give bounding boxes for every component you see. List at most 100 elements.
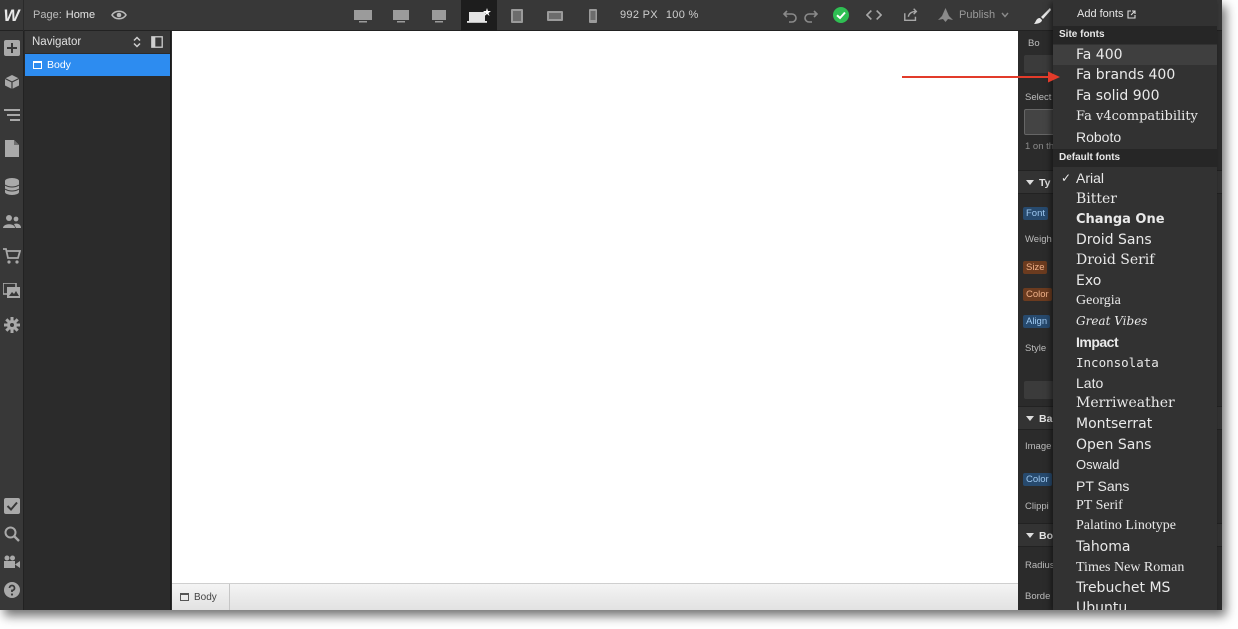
external-link-icon	[1127, 9, 1137, 19]
webflow-designer-window: W Page: Home 992 PX 100 % Publish Naviga…	[0, 0, 1222, 610]
size-label: Size	[1023, 261, 1048, 274]
add-fonts-label: Add fonts	[1077, 8, 1124, 20]
font-option-exo[interactable]: Exo	[1053, 271, 1217, 291]
font-option-open-sans[interactable]: Open Sans	[1053, 435, 1217, 455]
border-label: Borde	[1025, 591, 1051, 602]
rocket-icon	[938, 8, 953, 22]
preview-eye-icon[interactable]	[111, 8, 127, 22]
font-option-changa-one[interactable]: Changa One	[1053, 210, 1217, 230]
publish-label: Publish	[959, 9, 996, 21]
font-option-inconsolata[interactable]: Inconsolata	[1053, 353, 1217, 373]
breakpoint-desktop-1440-icon[interactable]	[386, 0, 416, 31]
navigator-item-body[interactable]: Body	[25, 54, 170, 76]
font-option-palatino-linotype[interactable]: Palatino Linotype	[1053, 516, 1217, 536]
assets-images-icon[interactable]	[2, 281, 22, 301]
font-option-roboto[interactable]: Roboto	[1053, 127, 1217, 147]
undo-icon[interactable]	[782, 7, 798, 23]
font-label: Font	[1023, 207, 1049, 220]
share-icon[interactable]	[903, 7, 919, 23]
selected-check-icon: ✓	[1061, 171, 1072, 185]
font-option-pt-serif[interactable]: PT Serif	[1053, 496, 1217, 516]
weight-label: Weigh	[1025, 234, 1052, 245]
font-option-georgia[interactable]: Georgia	[1053, 291, 1217, 311]
selected-element-label: Bo	[1028, 38, 1040, 49]
navigator-item-label: Body	[47, 59, 71, 71]
breakpoint-mobile-portrait-icon[interactable]	[581, 0, 605, 31]
add-element-icon[interactable]	[2, 38, 22, 58]
site-fonts-heading: Site fonts	[1053, 26, 1217, 44]
font-option-merriweather[interactable]: Merriweather	[1053, 393, 1217, 413]
typography-more-button[interactable]	[1024, 381, 1054, 399]
navigator-title: Navigator	[32, 36, 82, 48]
font-option-times-new-roman[interactable]: Times New Roman	[1053, 558, 1217, 578]
background-color-label: Color	[1023, 473, 1052, 486]
color-label: Color	[1023, 288, 1052, 301]
align-label: Align	[1023, 315, 1051, 328]
symbols-cube-icon[interactable]	[2, 72, 22, 92]
on-this-page-label: 1 on th	[1025, 141, 1055, 152]
canvas-zoom: 100 %	[665, 9, 699, 21]
font-option-pt-sans[interactable]: PT Sans	[1053, 476, 1217, 496]
code-export-icon[interactable]	[866, 7, 882, 23]
breadcrumb-item-body[interactable]: Body	[172, 584, 230, 610]
expand-collapse-icon[interactable]	[131, 36, 143, 48]
canvas-width: 992 PX	[620, 9, 658, 21]
font-option-arial[interactable]: ✓ Arial	[1053, 168, 1217, 188]
publish-button[interactable]: Publish	[938, 8, 1009, 22]
settings-gear-icon[interactable]	[2, 315, 22, 335]
font-option-fa-solid-900[interactable]: Fa solid 900	[1053, 86, 1217, 106]
cms-database-icon[interactable]	[2, 176, 22, 196]
dock-panel-icon[interactable]	[151, 36, 163, 48]
navigator-icon[interactable]	[2, 105, 22, 125]
pages-icon[interactable]	[2, 138, 22, 158]
webflow-logo-icon[interactable]: W	[0, 0, 24, 31]
top-toolbar: W Page: Home 992 PX 100 % Publish	[0, 0, 1222, 31]
font-option-droid-sans[interactable]: Droid Sans	[1053, 230, 1217, 250]
font-option-fa-400[interactable]: Fa 400	[1053, 45, 1217, 65]
saved-status-check-icon	[833, 7, 849, 23]
font-option-oswald[interactable]: Oswald	[1053, 455, 1217, 475]
redo-icon[interactable]	[803, 7, 819, 23]
breakpoint-base-desktop-icon[interactable]	[461, 0, 497, 31]
font-option-lato[interactable]: Lato	[1053, 373, 1217, 393]
breakpoint-large-desktop-icon[interactable]	[348, 0, 378, 31]
page-selector[interactable]: Page: Home	[33, 9, 95, 21]
breakpoint-desktop-1280-icon[interactable]	[424, 0, 454, 31]
search-icon[interactable]	[2, 524, 22, 544]
image-label: Image	[1025, 441, 1052, 452]
add-fonts-link[interactable]: Add fonts	[1077, 8, 1137, 20]
users-icon[interactable]	[2, 211, 22, 231]
font-option-tahoma[interactable]: Tahoma	[1053, 537, 1217, 557]
breadcrumb-label: Body	[194, 591, 217, 603]
help-icon[interactable]	[2, 580, 22, 600]
design-canvas[interactable]	[172, 31, 1018, 583]
breadcrumb: Body	[172, 583, 1018, 610]
style-brush-icon[interactable]	[1032, 6, 1052, 26]
breakpoint-mobile-landscape-icon[interactable]	[541, 0, 569, 31]
font-family-dropdown: Add fonts Site fonts Fa 400 Fa brands 40…	[1053, 0, 1217, 610]
annotation-arrow-icon	[902, 71, 1060, 83]
page-name: Home	[65, 9, 96, 21]
audit-checkbox-icon[interactable]	[2, 496, 22, 516]
font-option-fa-brands-400[interactable]: Fa brands 400	[1053, 65, 1217, 85]
font-option-great-vibes[interactable]: Great Vibes	[1053, 311, 1217, 331]
navigator-panel: Navigator Body	[25, 31, 171, 610]
breakpoint-tablet-icon[interactable]	[504, 0, 530, 31]
font-option-trebuchet-ms[interactable]: Trebuchet MS	[1053, 578, 1217, 598]
font-option-droid-serif[interactable]: Droid Serif	[1053, 250, 1217, 270]
font-option-bitter[interactable]: Bitter	[1053, 189, 1217, 209]
video-tutorials-icon[interactable]	[2, 552, 22, 572]
body-element-icon	[33, 61, 42, 69]
navigator-header: Navigator	[25, 31, 170, 53]
ecommerce-cart-icon[interactable]	[2, 246, 22, 266]
body-element-icon	[180, 593, 189, 601]
chevron-down-icon	[1001, 12, 1009, 18]
page-prefix: Page:	[33, 9, 62, 21]
font-option-fa-v4compatibility[interactable]: Fa v4compatibility	[1053, 107, 1217, 127]
font-option-ubuntu[interactable]: Ubuntu	[1053, 598, 1217, 610]
left-tool-rail	[0, 31, 24, 610]
default-fonts-heading: Default fonts	[1053, 149, 1217, 167]
font-option-impact[interactable]: Impact	[1053, 332, 1217, 352]
canvas-size-readout: 992 PX 100 %	[620, 9, 707, 21]
font-option-montserrat[interactable]: Montserrat	[1053, 414, 1217, 434]
